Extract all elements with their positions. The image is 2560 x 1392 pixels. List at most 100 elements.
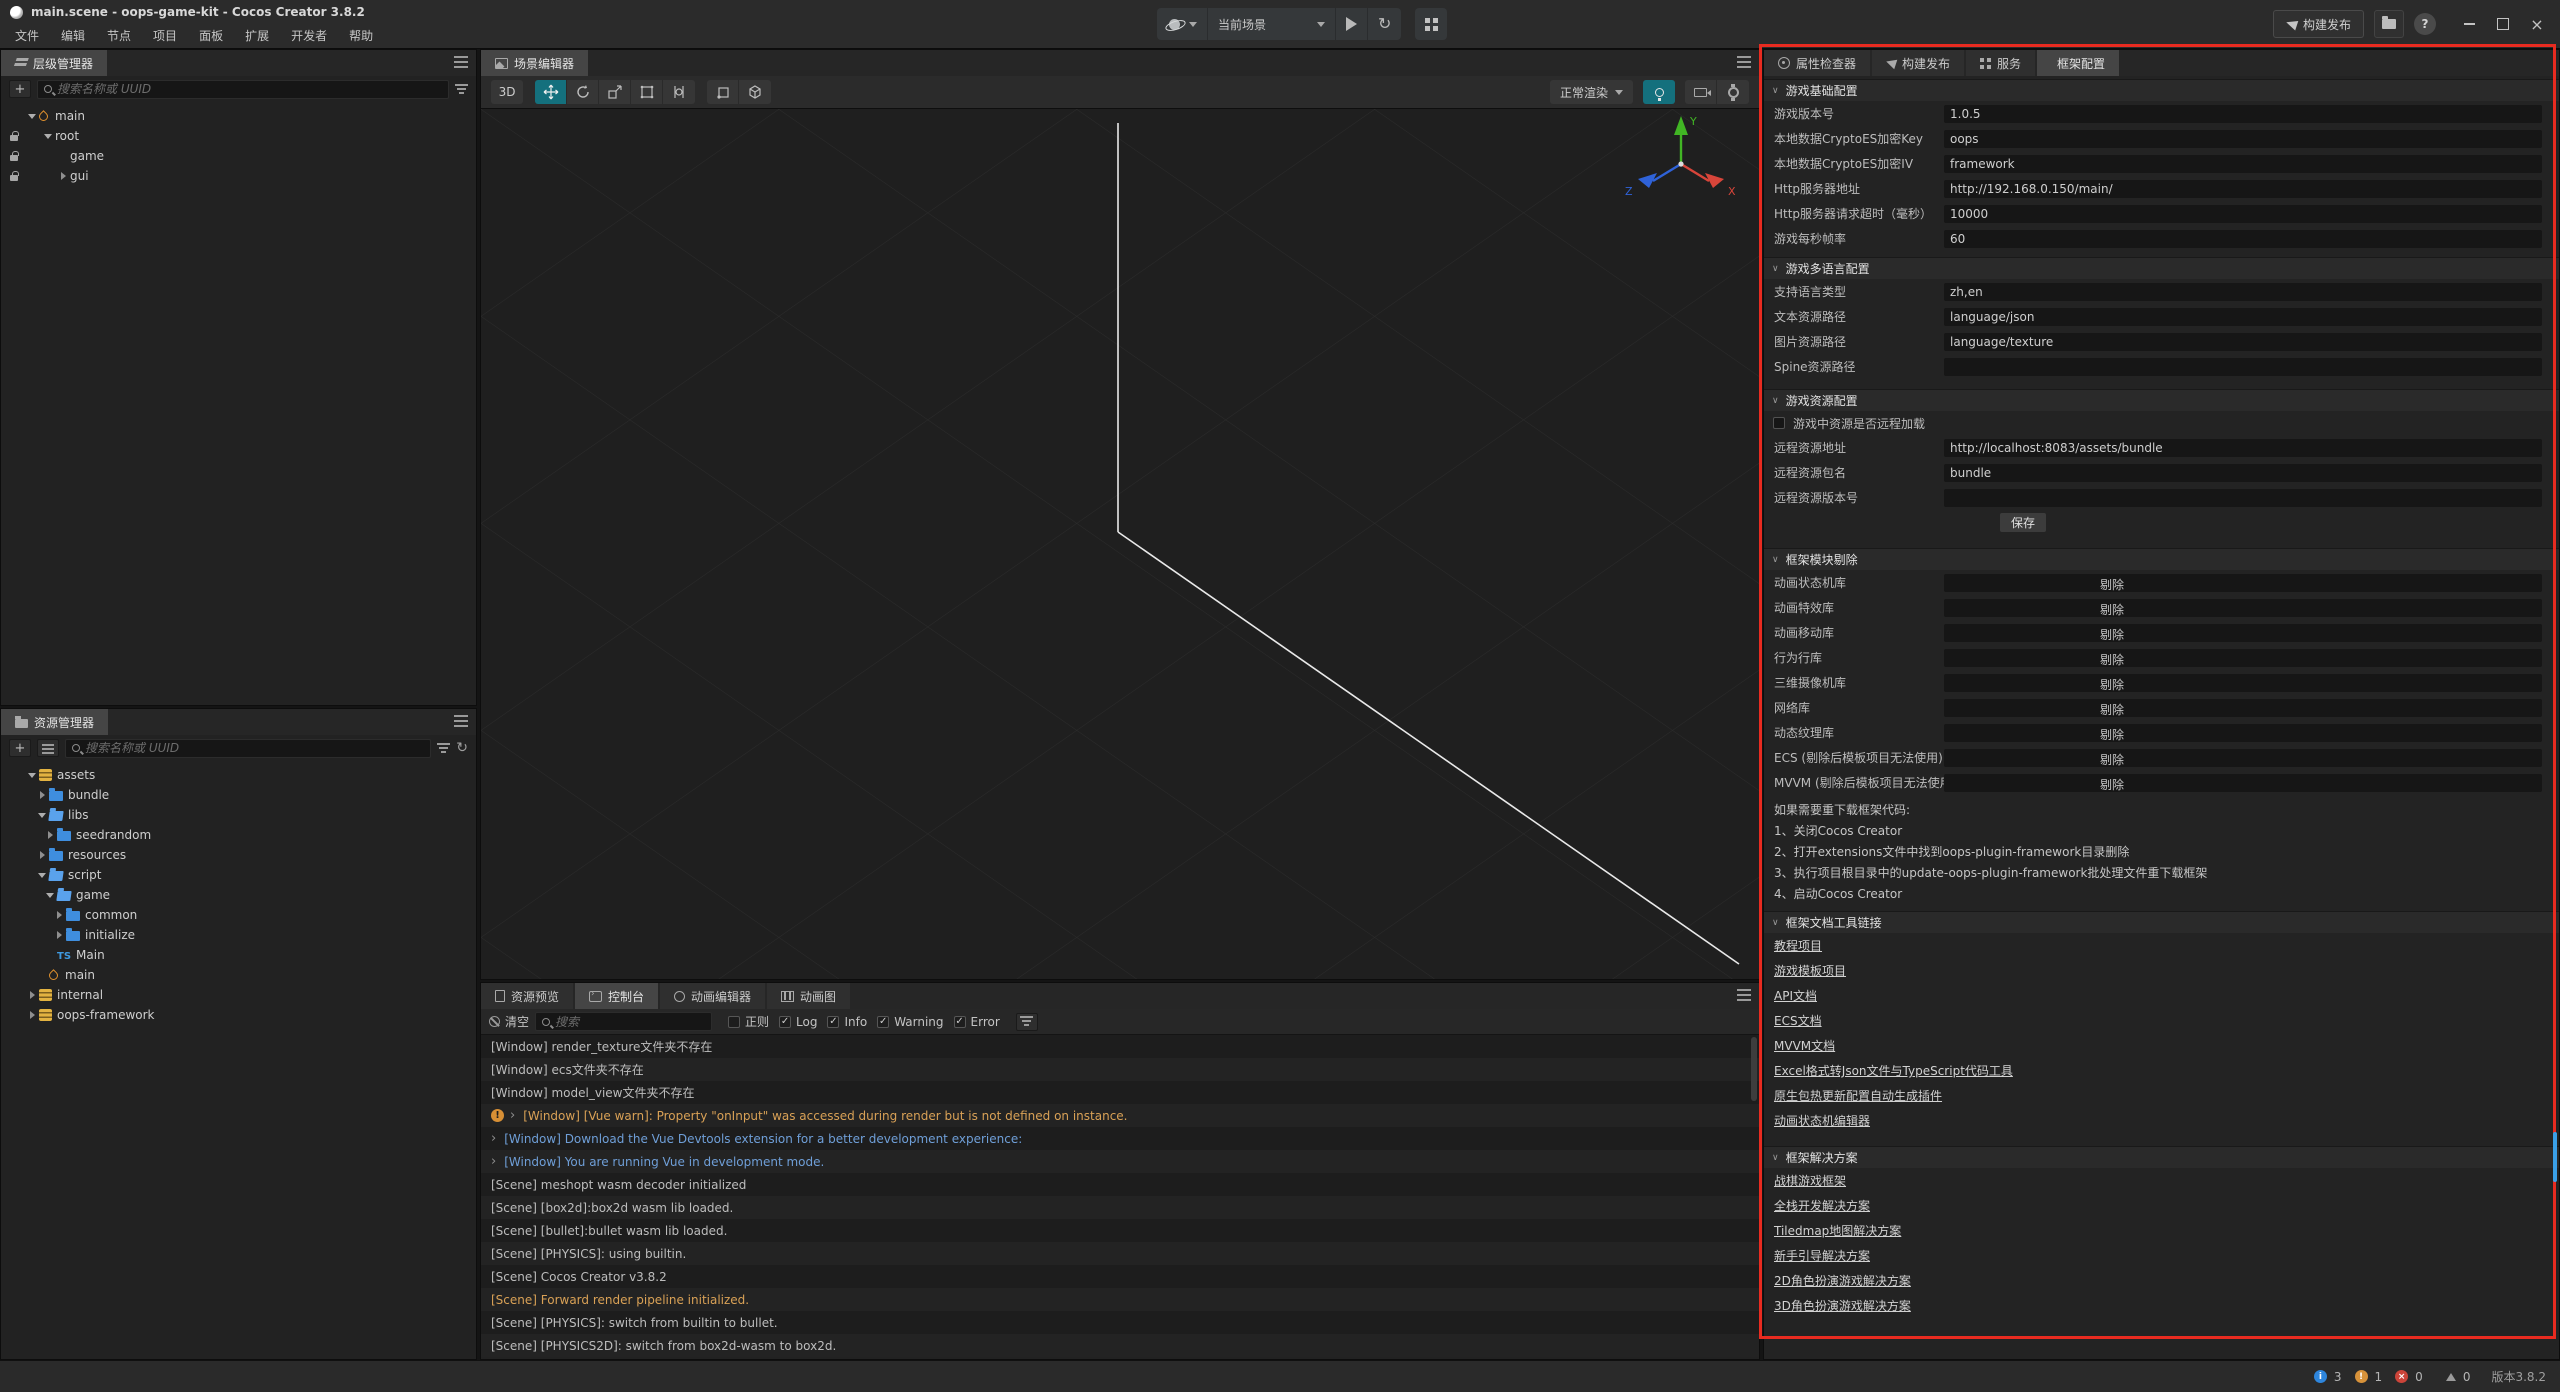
assets-search[interactable] (65, 739, 431, 758)
expand-chevron-icon[interactable] (35, 848, 49, 862)
menu-item[interactable]: 扩展 (234, 24, 280, 48)
filter-icon[interactable] (455, 84, 468, 95)
maximize-button[interactable] (2488, 11, 2518, 37)
console-tab[interactable]: 动画图 (767, 983, 850, 1009)
expand-chevron-icon[interactable] (43, 828, 57, 842)
asset-node[interactable]: initialize (1, 925, 476, 945)
expand-chevron-icon[interactable] (52, 908, 66, 922)
checkbox-icon[interactable] (779, 1016, 791, 1028)
doc-link[interactable]: 游戏模板项目 (1774, 962, 1846, 979)
console-log-line[interactable]: [Scene] Forward render pipeline initiali… (481, 1288, 1759, 1311)
preview-target-button[interactable] (1157, 8, 1208, 40)
module-remove-button[interactable]: 剔除 (1944, 699, 2542, 717)
panel-menu-icon[interactable] (1737, 989, 1751, 1001)
asset-node[interactable]: assets (1, 765, 476, 785)
console-log-line[interactable]: [Scene] [PHYSICS]: using builtin. (481, 1242, 1759, 1265)
inspector-scrollbar[interactable] (2553, 1132, 2557, 1182)
console-search-input[interactable] (555, 1015, 705, 1029)
rect-tool-button[interactable] (631, 80, 663, 104)
doc-link[interactable]: 原生包热更新配置自动生成插件 (1774, 1087, 1942, 1104)
console-scrollbar[interactable] (1751, 1037, 1757, 1101)
module-remove-button[interactable]: 剔除 (1944, 674, 2542, 692)
scene-viewport[interactable]: Y X Z (481, 109, 1759, 979)
console-log-line[interactable]: [Scene] [box2d]:box2d wasm lib loaded. (481, 1196, 1759, 1219)
tasks-icon[interactable] (2446, 1373, 2456, 1381)
lock-icon[interactable] (10, 175, 18, 181)
hierarchy-node[interactable]: gui (1, 166, 476, 186)
expand-chevron-icon[interactable] (491, 1154, 496, 1169)
asset-node[interactable]: seedrandom (1, 825, 476, 845)
solution-link[interactable]: Tiledmap地图解决方案 (1774, 1222, 1901, 1239)
field-input[interactable] (1944, 130, 2542, 148)
lock-icon[interactable] (10, 155, 18, 161)
step-button[interactable]: ↻ (1368, 8, 1401, 40)
asset-node[interactable]: main (1, 965, 476, 985)
expand-chevron-icon[interactable] (35, 868, 49, 882)
scene-camera-button[interactable] (1685, 80, 1717, 104)
scene-light-toggle[interactable] (1643, 80, 1675, 104)
asset-node[interactable]: bundle (1, 785, 476, 805)
field-input[interactable] (1944, 464, 2542, 482)
checkbox-icon[interactable] (954, 1016, 966, 1028)
preview-qr-button[interactable] (1415, 8, 1447, 40)
doc-link[interactable]: 动画状态机编辑器 (1774, 1112, 1870, 1129)
expand-chevron-icon[interactable] (25, 768, 39, 782)
hierarchy-node[interactable]: game (1, 146, 476, 166)
module-remove-button[interactable]: 剔除 (1944, 574, 2542, 592)
field-input[interactable] (1944, 155, 2542, 173)
solution-link[interactable]: 2D角色扮演游戏解决方案 (1774, 1272, 1911, 1289)
console-filter-toggle[interactable]: Warning (877, 1013, 943, 1030)
asset-node[interactable]: oops-framework (1, 1005, 476, 1025)
field-input[interactable] (1944, 205, 2542, 223)
field-input[interactable] (1944, 333, 2542, 351)
module-remove-button[interactable]: 剔除 (1944, 749, 2542, 767)
checkbox-icon[interactable] (877, 1016, 889, 1028)
asset-node[interactable]: game (1, 885, 476, 905)
inspector-tab[interactable]: 构建发布 (1872, 50, 1964, 76)
console-log-line[interactable]: [Window] Download the Vue Devtools exten… (481, 1127, 1759, 1150)
asset-node[interactable]: resources (1, 845, 476, 865)
console-log-line[interactable]: [Scene] [PHYSICS]: switch from builtin t… (481, 1311, 1759, 1334)
module-remove-button[interactable]: 剔除 (1944, 649, 2542, 667)
expand-chevron-icon[interactable] (491, 1131, 496, 1146)
expand-chevron-icon[interactable] (43, 948, 57, 962)
hierarchy-search-input[interactable] (57, 82, 442, 96)
console-filter-toggle[interactable]: Error (954, 1013, 1000, 1030)
doc-link[interactable]: MVVM文档 (1774, 1037, 1835, 1054)
menu-item[interactable]: 面板 (188, 24, 234, 48)
gizmo-pivot-button[interactable] (707, 80, 739, 104)
scale-tool-button[interactable] (599, 80, 631, 104)
field-input[interactable] (1944, 439, 2542, 457)
remote-load-checkbox[interactable] (1773, 417, 1785, 429)
tab-scene-editor[interactable]: 场景编辑器 (481, 50, 588, 76)
console-tab[interactable]: 控制台 (575, 983, 658, 1009)
doc-link[interactable]: API文档 (1774, 987, 1817, 1004)
expand-chevron-icon[interactable] (41, 129, 55, 143)
console-log-line[interactable]: [Scene] Cocos Creator v3.8.2 (481, 1265, 1759, 1288)
expand-chevron-icon[interactable] (56, 169, 70, 183)
expand-chevron-icon[interactable] (35, 788, 49, 802)
hierarchy-search[interactable] (37, 80, 449, 99)
collapse-logs-button[interactable] (1016, 1013, 1038, 1031)
inspector-tab[interactable]: 属性检查器 (1764, 50, 1870, 76)
expand-chevron-icon[interactable] (25, 1008, 39, 1022)
expand-chevron-icon[interactable] (25, 988, 39, 1002)
console-search[interactable] (535, 1012, 712, 1031)
section-i18n[interactable]: ∨ 游戏多语言配置 (1764, 257, 2559, 279)
log-count-icon[interactable]: i (2314, 1370, 2327, 1383)
render-mode-select[interactable]: 正常渲染 (1550, 80, 1633, 104)
create-asset-button[interactable]: + (9, 739, 31, 757)
console-filter-toggle[interactable]: Log (779, 1013, 817, 1030)
menu-item[interactable]: 节点 (96, 24, 142, 48)
console-log-line[interactable]: [Scene] [bullet]:bullet wasm lib loaded. (481, 1219, 1759, 1242)
lock-icon[interactable] (10, 135, 18, 141)
inspector-tab[interactable]: 服务 (1966, 50, 2035, 76)
checkbox-icon[interactable] (827, 1016, 839, 1028)
move-tool-button[interactable] (535, 80, 567, 104)
inspector-tab[interactable]: 框架配置 (2037, 50, 2119, 76)
solution-link[interactable]: 新手引导解决方案 (1774, 1247, 1870, 1264)
expand-chevron-icon[interactable] (25, 109, 39, 123)
hierarchy-node[interactable]: root (1, 126, 476, 146)
minimize-button[interactable] (2454, 11, 2484, 37)
field-input[interactable] (1944, 308, 2542, 326)
